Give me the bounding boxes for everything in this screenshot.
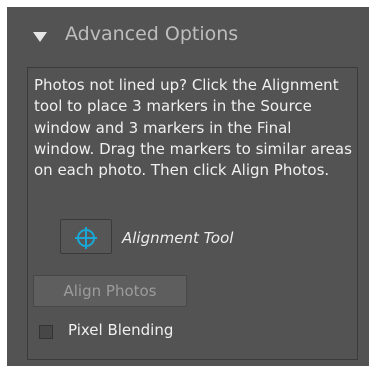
advanced-options-panel: Advanced Options Photos not lined up? Cl… <box>7 7 369 366</box>
instructions-text: Photos not lined up? Click the Alignment… <box>34 76 352 180</box>
pixel-blending-label[interactable]: Pixel Blending <box>68 321 173 339</box>
alignment-tool-button[interactable] <box>60 219 112 254</box>
disclosure-triangle-down-icon[interactable] <box>33 32 47 42</box>
section-title: Advanced Options <box>65 23 239 45</box>
crosshair-target-icon <box>75 227 97 249</box>
align-photos-button[interactable]: Align Photos <box>33 275 187 307</box>
advanced-options-header[interactable]: Advanced Options <box>7 7 369 65</box>
advanced-options-body: Photos not lined up? Click the Alignment… <box>27 67 358 360</box>
alignment-tool-label: Alignment Tool <box>122 229 234 247</box>
pixel-blending-checkbox[interactable] <box>39 325 53 339</box>
